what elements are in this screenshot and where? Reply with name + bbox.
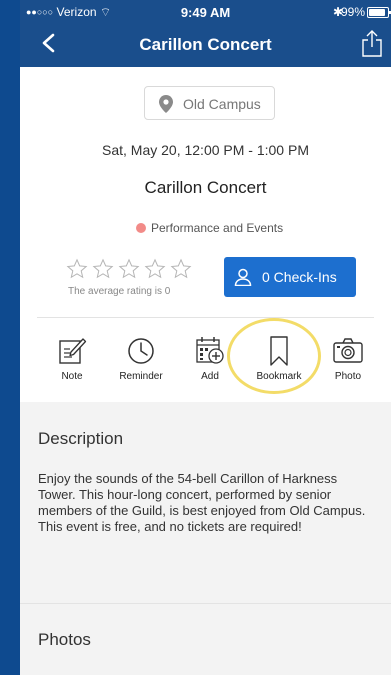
star-icon[interactable]	[92, 258, 114, 280]
event-card: Old Campus Sat, May 20, 12:00 PM - 1:00 …	[20, 67, 391, 402]
photos-heading: Photos	[38, 630, 91, 649]
location-button[interactable]: Old Campus	[144, 86, 275, 120]
star-rating[interactable]	[66, 258, 201, 280]
clock-icon	[128, 338, 154, 364]
battery-percent: 99%	[340, 5, 365, 19]
star-icon[interactable]	[170, 258, 192, 280]
event-datetime: Sat, May 20, 12:00 PM - 1:00 PM	[102, 142, 309, 158]
event-title: Carillon Concert	[144, 178, 267, 197]
reminder-button[interactable]: Reminder	[111, 336, 171, 386]
star-icon[interactable]	[118, 258, 140, 280]
check-ins-button[interactable]: 0 Check-Ins	[224, 257, 356, 297]
category-label: Performance and Events	[151, 221, 284, 235]
battery-icon	[367, 7, 391, 18]
average-rating-text: The average rating is 0	[68, 286, 171, 297]
photo-label: Photo	[334, 371, 362, 382]
map-pin-icon	[159, 95, 173, 113]
calendar-add-icon	[196, 337, 224, 364]
share-icon[interactable]	[362, 29, 382, 57]
location-label: Old Campus	[183, 96, 261, 112]
star-icon[interactable]	[66, 258, 88, 280]
note-button[interactable]: Note	[42, 336, 102, 386]
note-icon	[59, 338, 87, 364]
person-icon	[234, 268, 252, 286]
note-label: Note	[61, 371, 83, 382]
reminder-label: Reminder	[119, 371, 163, 382]
check-ins-label: 0 Check-Ins	[262, 269, 337, 285]
category-dot-icon	[136, 223, 146, 233]
bookmark-highlight-circle	[227, 318, 321, 394]
description-heading: Description	[38, 429, 124, 448]
top-bar: ●●○○○ Verizon ⌔ 9:49 AM ✱ 99% Carillon C…	[20, 0, 391, 67]
description-text: Enjoy the sounds of the 54-bell Carillon…	[38, 471, 366, 534]
phone-screen: ●●○○○ Verizon ⌔ 9:49 AM ✱ 99% Carillon C…	[20, 0, 391, 675]
photo-button[interactable]: Photo	[318, 336, 378, 386]
status-bar: ●●○○○ Verizon ⌔ 9:49 AM ✱ 99%	[20, 5, 391, 21]
divider	[20, 603, 391, 604]
star-icon[interactable]	[144, 258, 166, 280]
camera-icon	[333, 338, 363, 363]
page-title: Carillon Concert	[139, 35, 272, 54]
divider	[37, 317, 374, 318]
